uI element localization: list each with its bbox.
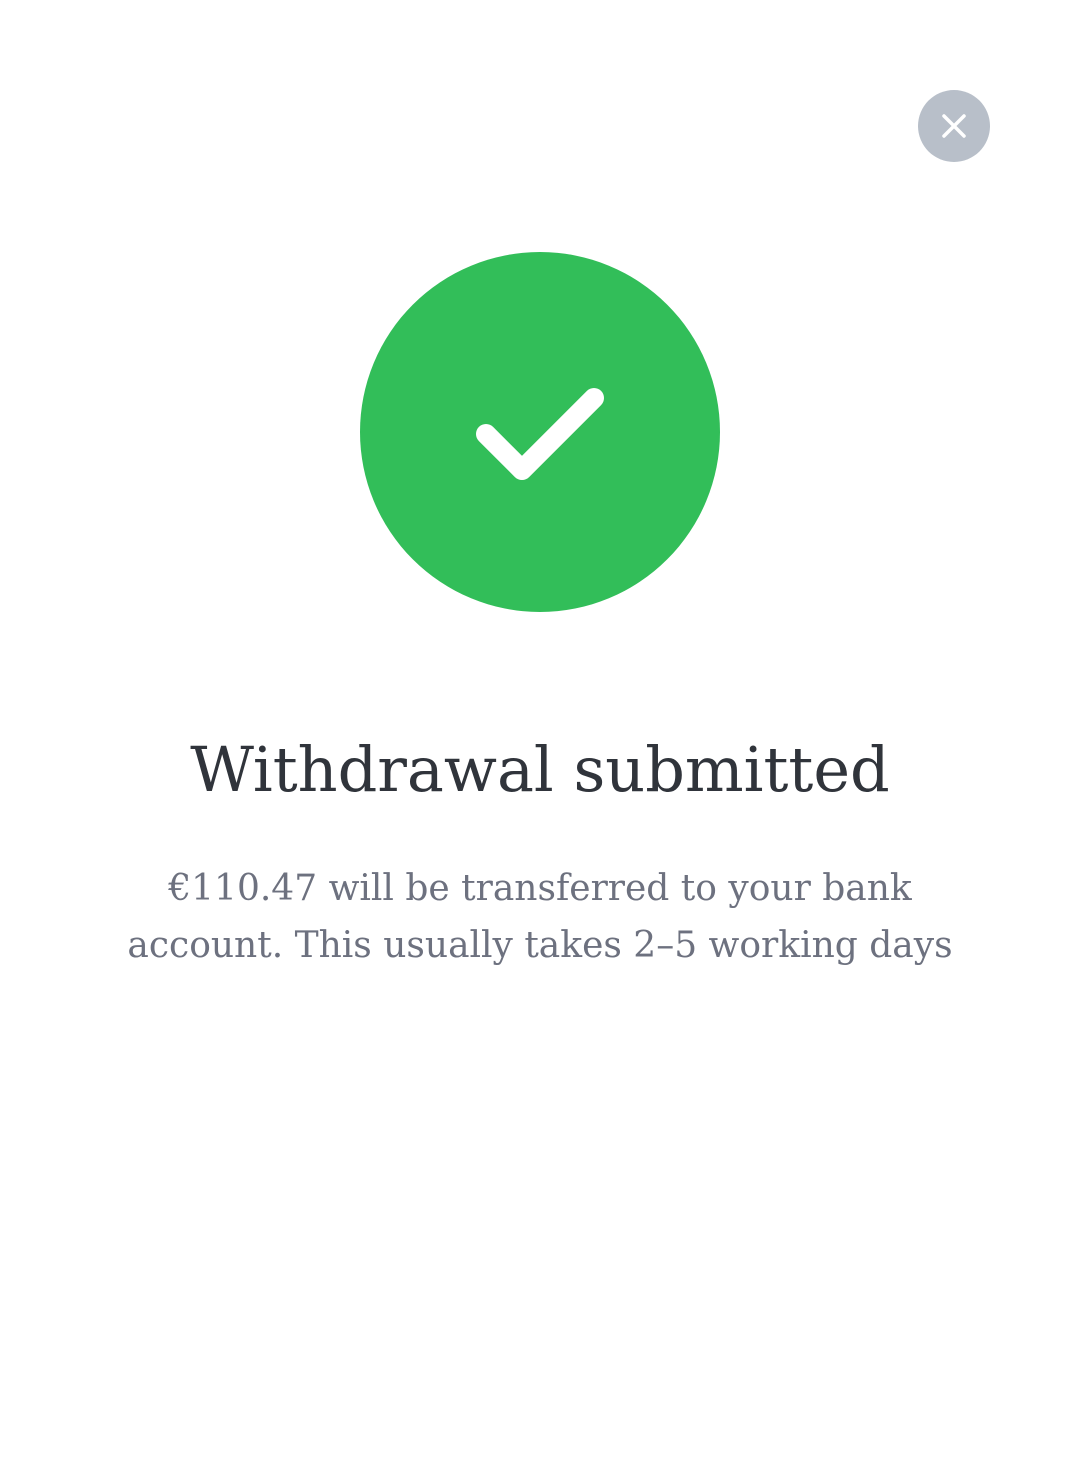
close-button[interactable] (918, 90, 990, 162)
page-title: Withdrawal submitted (190, 733, 890, 806)
close-icon (941, 113, 967, 139)
success-status-circle (360, 252, 720, 612)
withdrawal-message: €110.47 will be transferred to your bank… (127, 868, 953, 966)
checkmark-icon (360, 252, 720, 612)
